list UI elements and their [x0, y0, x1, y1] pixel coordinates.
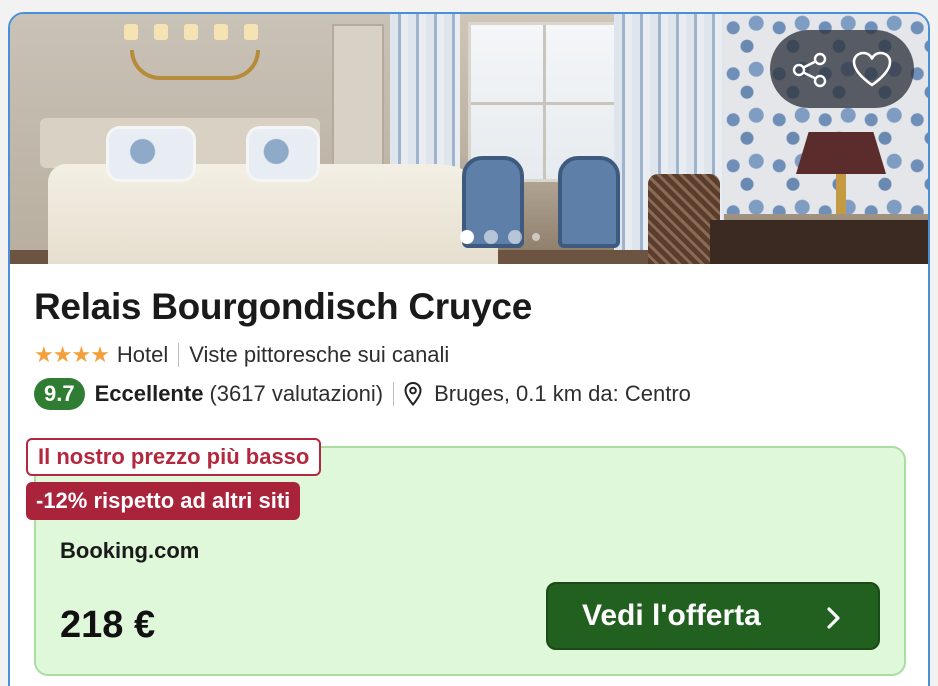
photo-lamp — [796, 132, 886, 174]
deal-price: 218 € — [60, 604, 156, 646]
photo-lamp-stem — [836, 174, 846, 214]
hotel-name[interactable]: Relais Bourgondisch Cruyce — [34, 286, 532, 328]
view-deal-label: Vedi l'offerta — [582, 599, 761, 632]
heart-icon — [852, 51, 892, 87]
score-badge: 9.7 — [34, 378, 85, 410]
lowest-price-tag: Il nostro prezzo più basso — [26, 438, 322, 476]
photo-pillow — [246, 126, 320, 182]
hotel-type: Hotel — [116, 342, 169, 367]
view-deal-button[interactable]: Vedi l'offerta — [546, 582, 880, 650]
carousel-dot[interactable] — [508, 230, 522, 244]
discount-tag: -12% rispetto ad altri siti — [26, 482, 301, 520]
hotel-photo[interactable] — [10, 14, 928, 264]
deal-provider: Booking.com — [60, 538, 200, 563]
hotel-location[interactable]: Bruges, 0.1 km da: Centro — [434, 381, 691, 407]
photo-armchair — [558, 156, 620, 248]
photo-actions — [770, 30, 914, 108]
review-count[interactable]: (3617 valutazioni) — [209, 381, 383, 407]
carousel-dots — [460, 230, 540, 244]
star-rating: ★★★★ — [34, 342, 110, 367]
rating-row: 9.7 Eccellente (3617 valutazioni) Bruges… — [34, 378, 691, 410]
hotel-meta-row: ★★★★ Hotel Viste pittoresche sui canali — [34, 342, 449, 368]
divider — [178, 343, 180, 367]
photo-pillow — [106, 126, 196, 182]
share-icon — [792, 52, 827, 88]
rating-verdict: Eccellente — [94, 381, 204, 406]
location-pin-icon — [404, 382, 422, 406]
carousel-dot[interactable] — [460, 230, 474, 244]
hotel-card[interactable]: Relais Bourgondisch Cruyce ★★★★ Hotel Vi… — [8, 12, 930, 686]
photo-door — [332, 24, 384, 174]
photo-sconce — [120, 20, 270, 100]
chevron-right-icon — [827, 607, 840, 629]
carousel-dot[interactable] — [532, 233, 540, 241]
carousel-dot[interactable] — [484, 230, 498, 244]
favorite-button[interactable] — [852, 50, 892, 90]
hotel-highlight: Viste pittoresche sui canali — [189, 342, 450, 367]
photo-desk — [710, 220, 928, 264]
share-button[interactable] — [790, 50, 830, 90]
divider — [393, 382, 395, 406]
